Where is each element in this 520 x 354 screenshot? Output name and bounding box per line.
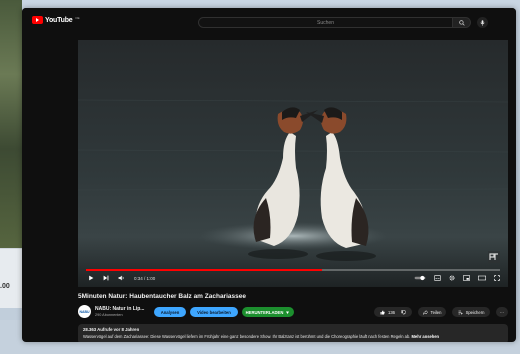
- save-button[interactable]: Speichern: [452, 307, 490, 317]
- more-actions-button[interactable]: ···: [496, 307, 508, 317]
- search-input[interactable]: Suchen: [198, 17, 453, 28]
- play-button[interactable]: [88, 275, 94, 281]
- channel-row: NABU NABU: Natur in Lip... 290 Abonnente…: [78, 304, 508, 320]
- share-button[interactable]: Teilen: [418, 307, 446, 317]
- search-icon: [458, 19, 465, 26]
- channel-name[interactable]: NABU: Natur in Lip...: [95, 306, 144, 312]
- like-dislike-group: 136: [374, 307, 412, 317]
- background-panel: [0, 248, 22, 308]
- gear-icon: [449, 275, 455, 281]
- theater-mode-button[interactable]: [478, 275, 486, 281]
- time-display: 0:34 / 1:00: [134, 275, 156, 281]
- description-text: Wasservögel auf dem Zachariassee: Diese …: [83, 334, 503, 339]
- volume-icon: [118, 275, 124, 281]
- channel-watermark[interactable]: [488, 250, 500, 268]
- youtube-play-icon: [32, 16, 43, 24]
- watermark-logo-icon: [488, 251, 500, 263]
- thumbs-up-icon: [380, 310, 385, 314]
- autoplay-toggle-icon: [414, 275, 426, 281]
- progress-played: [86, 269, 322, 271]
- analytics-button[interactable]: Analysen: [154, 307, 186, 317]
- logo-country: DE: [75, 16, 80, 20]
- add-to-playlist-icon: [458, 310, 463, 314]
- settings-button[interactable]: [449, 275, 455, 281]
- video-frame: [78, 40, 508, 287]
- fullscreen-button[interactable]: [494, 275, 500, 281]
- fullscreen-icon: [494, 275, 500, 281]
- play-icon: [89, 275, 94, 281]
- view-count-date: 28.363 Aufrufe vor 8 Jahren: [83, 327, 140, 332]
- voice-search-button[interactable]: [477, 17, 488, 28]
- search-button[interactable]: [453, 17, 471, 28]
- avatar-text: NABU: [79, 309, 90, 314]
- dislike-button[interactable]: [401, 309, 406, 315]
- edit-video-label: Video bearbeiten: [197, 309, 231, 315]
- next-button[interactable]: [103, 275, 109, 281]
- description-body: Wasservögel auf dem Zachariassee: Diese …: [83, 334, 411, 339]
- background-number: .00: [0, 283, 10, 290]
- save-label: Speichern: [465, 309, 485, 315]
- progress-bar[interactable]: [86, 269, 500, 271]
- miniplayer-button[interactable]: [463, 275, 470, 281]
- edit-video-button[interactable]: Video bearbeiten: [190, 307, 238, 317]
- youtube-logo[interactable]: YouTube DE: [32, 16, 80, 24]
- microphone-icon: [480, 19, 485, 26]
- like-button[interactable]: [380, 310, 385, 315]
- miniplayer-icon: [463, 275, 470, 281]
- dropdown-arrow-icon: [286, 311, 290, 314]
- video-player[interactable]: 0:34 / 1:00: [78, 40, 508, 287]
- youtube-window: YouTube DE Suchen 0:34 / 1:00 5Minuten N…: [22, 8, 516, 342]
- share-label: Teilen: [430, 309, 442, 315]
- show-more-link[interactable]: Mehr ansehen: [412, 334, 440, 339]
- share-icon: [422, 309, 428, 315]
- download-button[interactable]: HERUNTERLADEN: [242, 307, 294, 317]
- like-count: 136: [388, 309, 395, 315]
- autoplay-toggle[interactable]: [414, 275, 426, 281]
- background-image-strip: [0, 0, 22, 248]
- download-label: HERUNTERLADEN: [245, 309, 284, 315]
- video-title: 5Minuten Natur: Haubentaucher Balz am Za…: [78, 293, 246, 300]
- theater-mode-icon: [478, 275, 486, 281]
- subscriber-count: 290 Abonnenten: [95, 313, 123, 317]
- volume-button[interactable]: [118, 275, 125, 281]
- more-actions-label: ···: [499, 309, 505, 315]
- channel-avatar[interactable]: NABU: [78, 305, 91, 318]
- player-controls: 0:34 / 1:00: [78, 273, 508, 287]
- description-box[interactable]: 28.363 Aufrufe vor 8 Jahren Wasservögel …: [78, 324, 508, 342]
- skip-next-icon: [103, 275, 109, 281]
- subtitles-button[interactable]: [434, 275, 441, 281]
- analytics-label: Analysen: [160, 309, 180, 315]
- search-placeholder: Suchen: [317, 19, 334, 26]
- logo-text: YouTube: [45, 16, 73, 24]
- top-bar: YouTube DE Suchen: [22, 8, 516, 34]
- thumbs-down-icon: [401, 309, 406, 315]
- subtitles-icon: [434, 275, 441, 281]
